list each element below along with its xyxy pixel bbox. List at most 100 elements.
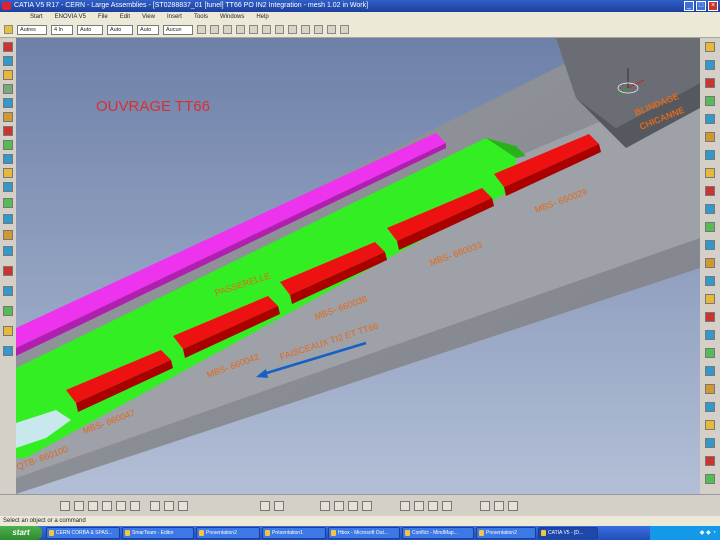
- workbench-icon-8[interactable]: [705, 168, 715, 178]
- tool-icon-12[interactable]: [3, 198, 13, 208]
- filter-icon[interactable]: [334, 501, 344, 511]
- tool-icon-18[interactable]: [3, 306, 13, 316]
- section-icon[interactable]: [164, 501, 174, 511]
- zoom-in-icon[interactable]: [262, 25, 271, 34]
- layer-select[interactable]: Aucun: [163, 24, 193, 35]
- menu-view[interactable]: View: [142, 12, 155, 22]
- color-select[interactable]: Autres: [17, 24, 47, 35]
- layer-icon[interactable]: [480, 501, 490, 511]
- taskbar-item-active[interactable]: CATIA V5 - [D...: [538, 527, 598, 539]
- tool-icon-1[interactable]: [3, 42, 13, 52]
- workbench-icon-9[interactable]: [705, 186, 715, 196]
- workbench-icon-13[interactable]: [705, 258, 715, 268]
- tool-icon-9[interactable]: [3, 154, 13, 164]
- tool-icon-16[interactable]: [3, 266, 13, 276]
- tree-icon[interactable]: [400, 501, 410, 511]
- taskbar-item[interactable]: Présentation1: [262, 527, 326, 539]
- rotate-icon[interactable]: [249, 25, 258, 34]
- 3d-viewport[interactable]: OUVRAGE TT66 BLINDAGE CHICANNE PASSERELL…: [16, 38, 700, 494]
- tool-icon-19[interactable]: [3, 326, 13, 336]
- zoom-view-icon[interactable]: [130, 501, 140, 511]
- zoom-out-icon[interactable]: [275, 25, 284, 34]
- tool-icon-15[interactable]: [3, 246, 13, 256]
- workbench-icon-14[interactable]: [705, 276, 715, 286]
- fit-icon[interactable]: [88, 501, 98, 511]
- tool-icon-11[interactable]: [3, 182, 13, 192]
- painter-icon[interactable]: [197, 25, 206, 34]
- snapshot-icon[interactable]: [260, 501, 270, 511]
- menu-insert[interactable]: Insert: [167, 12, 182, 22]
- workbench-icon-23[interactable]: [705, 438, 715, 448]
- line-type-select[interactable]: Auto: [107, 24, 133, 35]
- taskbar-item[interactable]: CERN CORBA & SPAS...: [46, 527, 120, 539]
- workbench-icon-21[interactable]: [705, 402, 715, 412]
- workbench-icon-16[interactable]: [705, 312, 715, 322]
- maximize-icon[interactable]: □: [696, 1, 706, 11]
- workbench-icon-6[interactable]: [705, 132, 715, 142]
- tool-icon-20[interactable]: [3, 346, 13, 356]
- start-button[interactable]: start: [0, 526, 42, 540]
- tool-icon-6[interactable]: [3, 112, 13, 122]
- workbench-icon-19[interactable]: [705, 366, 715, 376]
- normal-view-icon[interactable]: [288, 25, 297, 34]
- workbench-icon-3[interactable]: [705, 78, 715, 88]
- tool-icon-13[interactable]: [3, 214, 13, 224]
- rotate-view-icon[interactable]: [116, 501, 126, 511]
- camera-icon[interactable]: [442, 501, 452, 511]
- taskbar-item[interactable]: Conflict - MindMap...: [402, 527, 474, 539]
- taskbar-item[interactable]: Presentation2: [196, 527, 260, 539]
- close-icon[interactable]: ×: [708, 1, 718, 11]
- workbench-icon-12[interactable]: [705, 240, 715, 250]
- menu-windows[interactable]: Windows: [220, 12, 244, 22]
- workbench-icon-17[interactable]: [705, 330, 715, 340]
- swap-space-icon[interactable]: [340, 25, 349, 34]
- minimize-icon[interactable]: _: [684, 1, 694, 11]
- render-icon[interactable]: [414, 501, 424, 511]
- taskbar-item[interactable]: Hbox - Microsoft Out...: [328, 527, 400, 539]
- tool-icon-2[interactable]: [3, 56, 13, 66]
- workbench-icon-20[interactable]: [705, 384, 715, 394]
- menu-start[interactable]: Start: [30, 12, 43, 22]
- tunnel-scene[interactable]: OUVRAGE TT66 BLINDAGE CHICANNE PASSERELL…: [16, 38, 700, 494]
- material-icon[interactable]: [508, 501, 518, 511]
- shading-icon[interactable]: [314, 25, 323, 34]
- light-icon[interactable]: [428, 501, 438, 511]
- menu-tools[interactable]: Tools: [194, 12, 208, 22]
- workbench-icon-25[interactable]: [705, 474, 715, 484]
- properties-icon[interactable]: [210, 25, 219, 34]
- annotation-icon[interactable]: [274, 501, 284, 511]
- tool-icon-17[interactable]: [3, 286, 13, 296]
- measure-icon[interactable]: [178, 501, 188, 511]
- tool-icon-10[interactable]: [3, 168, 13, 178]
- clock-icon[interactable]: ◔: [712, 530, 716, 536]
- workbench-icon-15[interactable]: [705, 294, 715, 304]
- color-swatch-icon[interactable]: [4, 25, 13, 34]
- clash-icon[interactable]: [150, 501, 160, 511]
- workbench-icon-24[interactable]: [705, 456, 715, 466]
- point-type-select[interactable]: Auto: [137, 24, 159, 35]
- workbench-icon-5[interactable]: [705, 114, 715, 124]
- menu-enovia[interactable]: ENOVIA V5: [55, 12, 86, 22]
- tool-icon-8[interactable]: [3, 140, 13, 150]
- iso-view-icon[interactable]: [301, 25, 310, 34]
- fly-icon[interactable]: [74, 501, 84, 511]
- select-icon[interactable]: [60, 501, 70, 511]
- pan-icon[interactable]: [236, 25, 245, 34]
- transparency-select[interactable]: 4 ln: [51, 24, 73, 35]
- publish-icon[interactable]: [362, 501, 372, 511]
- tool-icon-4[interactable]: [3, 84, 13, 94]
- line-thickness-select[interactable]: Auto: [77, 24, 103, 35]
- menu-help[interactable]: Help: [256, 12, 268, 22]
- workbench-icon-2[interactable]: [705, 60, 715, 70]
- tool-icon-7[interactable]: [3, 126, 13, 136]
- pan-view-icon[interactable]: [102, 501, 112, 511]
- menu-file[interactable]: File: [98, 12, 108, 22]
- workbench-icon-1[interactable]: [705, 42, 715, 52]
- taskbar-item[interactable]: SmarTeam - Editor: [122, 527, 194, 539]
- workbench-icon-11[interactable]: [705, 222, 715, 232]
- workbench-icon-10[interactable]: [705, 204, 715, 214]
- tool-icon-3[interactable]: [3, 70, 13, 80]
- hide-show-icon[interactable]: [327, 25, 336, 34]
- scene-icon[interactable]: [348, 501, 358, 511]
- workbench-icon-7[interactable]: [705, 150, 715, 160]
